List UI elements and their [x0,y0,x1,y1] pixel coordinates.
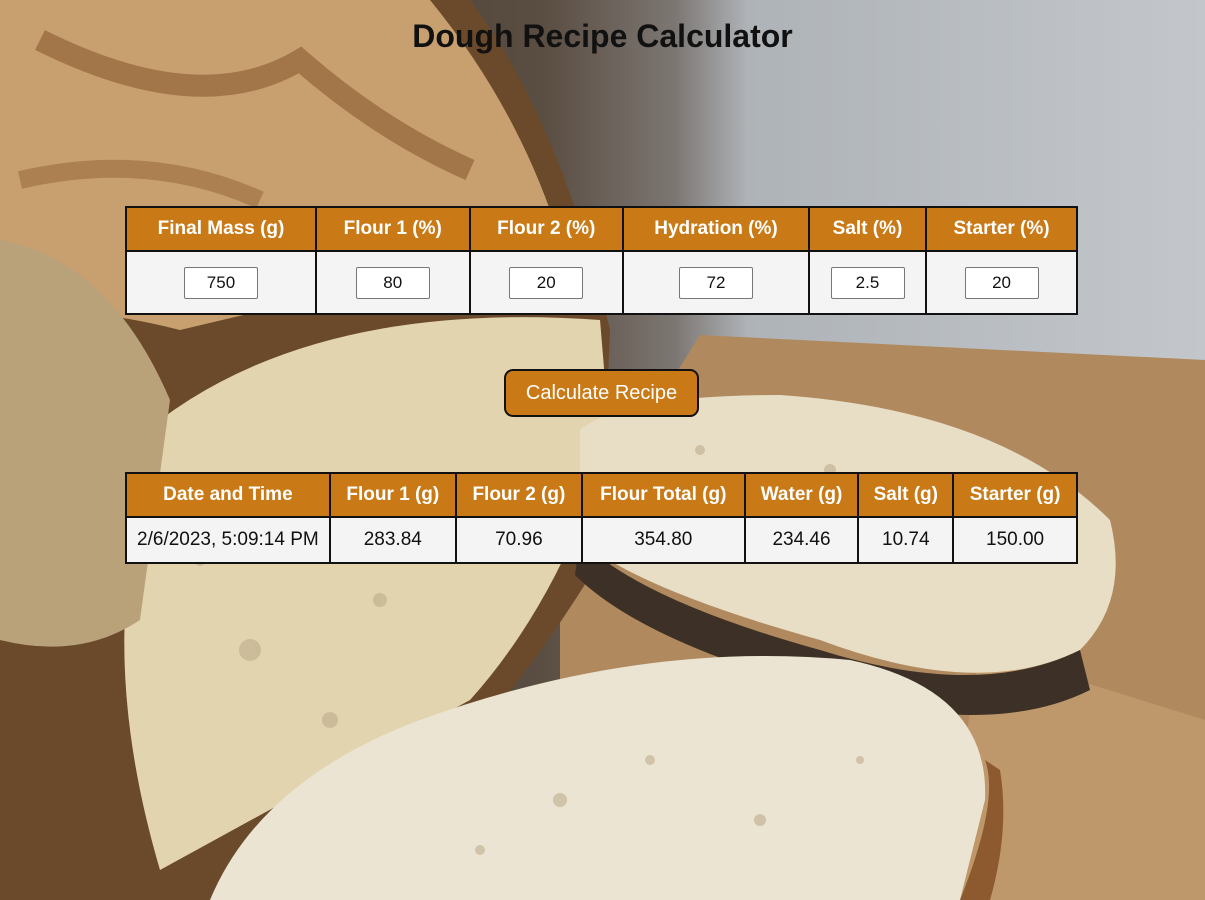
hydration-cell [622,250,810,315]
table-row: 2/6/2023, 5:09:14 PM 283.84 70.96 354.80… [125,516,1078,564]
result-starter-grams: 150.00 [952,516,1078,564]
header-hydration-percent: Hydration (%) [622,206,810,252]
header-flour-1-grams: Flour 1 (g) [328,472,457,518]
starter-percent-input[interactable] [964,266,1039,299]
result-flour-2-grams: 70.96 [454,516,583,564]
final-mass-input[interactable] [183,266,258,299]
result-flour-1-grams: 283.84 [328,516,457,564]
header-starter-grams: Starter (g) [952,472,1078,518]
header-salt-percent: Salt (%) [807,206,928,252]
inputs-value-row [125,250,1078,315]
header-starter-percent: Starter (%) [925,206,1078,252]
header-flour-total-grams: Flour Total (g) [580,472,746,518]
salt-cell [807,250,928,315]
header-final-mass: Final Mass (g) [125,206,317,252]
final-mass-cell [125,250,317,315]
bread-background-image [0,0,1205,900]
flour-1-cell [314,250,471,315]
flour-2-percent-input[interactable] [509,266,584,299]
header-flour-1-percent: Flour 1 (%) [314,206,471,252]
header-salt-grams: Salt (g) [857,472,955,518]
recipe-results-table: Date and Time Flour 1 (g) Flour 2 (g) Fl… [125,472,1078,564]
flour-2-cell [468,250,625,315]
inputs-header-row: Final Mass (g) Flour 1 (%) Flour 2 (%) H… [125,206,1078,252]
result-water-grams: 234.46 [743,516,860,564]
salt-percent-input[interactable] [830,266,905,299]
bread-illustration [0,0,1205,900]
starter-cell [925,250,1078,315]
results-header-row: Date and Time Flour 1 (g) Flour 2 (g) Fl… [125,472,1078,518]
result-date-time: 2/6/2023, 5:09:14 PM [125,516,331,564]
recipe-inputs-table: Final Mass (g) Flour 1 (%) Flour 2 (%) H… [125,206,1078,315]
page-title: Dough Recipe Calculator [412,18,793,54]
calculate-recipe-button[interactable]: Calculate Recipe [504,369,699,417]
header-flour-2-grams: Flour 2 (g) [454,472,583,518]
header-water-grams: Water (g) [743,472,860,518]
hydration-percent-input[interactable] [678,266,753,299]
flour-1-percent-input[interactable] [355,266,430,299]
result-salt-grams: 10.74 [857,516,955,564]
header-date-time: Date and Time [125,472,331,518]
header-flour-2-percent: Flour 2 (%) [468,206,625,252]
result-flour-total-grams: 354.80 [580,516,746,564]
